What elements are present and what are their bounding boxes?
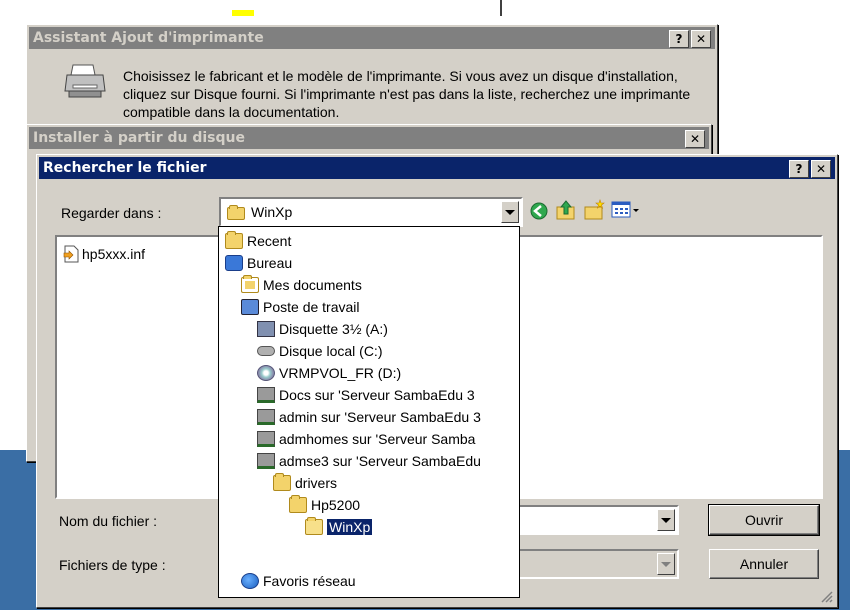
dropdown-item-poste-de-travail[interactable]: Poste de travail xyxy=(241,296,360,318)
open-folder-icon xyxy=(305,517,323,535)
install-title: Installer à partir du disque xyxy=(33,130,245,146)
printer-icon xyxy=(64,64,106,98)
inf-file-icon xyxy=(63,245,79,263)
network-drive-icon xyxy=(257,453,275,469)
folder-icon xyxy=(289,495,307,513)
folder-icon xyxy=(273,473,291,491)
folder-icon xyxy=(225,231,243,249)
wizard-help-button[interactable]: ? xyxy=(669,30,689,48)
taskbar-fragment xyxy=(500,0,502,16)
filename-dropdown-arrow[interactable] xyxy=(657,509,675,531)
wizard-titlebar: Assistant Ajout d'imprimante ? ✕ xyxy=(29,27,715,49)
look-in-dropdown-list[interactable]: Recent Bureau Mes documents Poste de tra… xyxy=(218,226,520,598)
look-in-dropdown-arrow[interactable] xyxy=(501,201,519,223)
dropdown-item-hp5200[interactable]: Hp5200 xyxy=(289,494,360,516)
file-item[interactable]: hp5xxx.inf xyxy=(63,245,145,263)
dropdown-item-admin-share[interactable]: admin sur 'Serveur SambaEdu 3 xyxy=(257,406,481,428)
dialog-title: Rechercher le fichier xyxy=(43,160,207,176)
network-places-icon xyxy=(241,573,259,589)
dropdown-item-drivers[interactable]: drivers xyxy=(273,472,337,494)
dropdown-item-favoris-reseau[interactable]: Favoris réseau xyxy=(241,570,356,592)
look-in-combo[interactable]: WinXp xyxy=(219,197,523,227)
dropdown-item-winxp[interactable]: WinXp xyxy=(305,516,374,538)
dropdown-item-bureau[interactable]: Bureau xyxy=(225,252,292,274)
dropdown-item-disquette[interactable]: Disquette 3½ (A:) xyxy=(257,318,388,340)
filetype-label: Fichiers de type : xyxy=(59,557,166,573)
dialog-titlebar: Rechercher le fichier ? ✕ xyxy=(39,157,835,179)
up-folder-icon[interactable] xyxy=(555,199,577,221)
floppy-drive-icon xyxy=(257,321,275,337)
new-folder-icon[interactable] xyxy=(583,199,605,221)
my-computer-icon xyxy=(241,299,259,315)
view-menu-icon[interactable] xyxy=(611,201,641,219)
wizard-close-button[interactable]: ✕ xyxy=(691,30,711,48)
wizard-instructions: Choisissez le fabricant et le modèle de … xyxy=(123,68,691,120)
dropdown-item-docs-share[interactable]: Docs sur 'Serveur SambaEdu 3 xyxy=(257,384,475,406)
dropdown-item-admhomes-share[interactable]: admhomes sur 'Serveur Samba xyxy=(257,428,475,450)
cd-drive-icon xyxy=(257,365,275,381)
network-drive-icon xyxy=(257,387,275,403)
cancel-button[interactable]: Annuler xyxy=(709,549,819,579)
dropdown-item-admse3-share[interactable]: admse3 sur 'Serveur SambaEdu xyxy=(257,450,481,472)
wizard-title: Assistant Ajout d'imprimante xyxy=(33,30,264,46)
install-close-button[interactable]: ✕ xyxy=(685,130,705,148)
back-icon[interactable] xyxy=(529,201,549,221)
network-drive-icon xyxy=(257,431,275,447)
taskbar-highlight xyxy=(232,10,254,16)
desktop-icon xyxy=(225,255,243,271)
filetype-dropdown-arrow[interactable] xyxy=(657,553,675,575)
resize-grip-icon[interactable] xyxy=(819,589,833,603)
filename-label: Nom du fichier : xyxy=(59,513,158,529)
dialog-help-button[interactable]: ? xyxy=(789,160,809,178)
open-button[interactable]: Ouvrir xyxy=(708,504,820,536)
my-documents-icon xyxy=(241,275,259,293)
dialog-close-button[interactable]: ✕ xyxy=(811,160,831,178)
dropdown-item-mes-documents[interactable]: Mes documents xyxy=(241,274,362,296)
file-name: hp5xxx.inf xyxy=(82,246,146,262)
dropdown-item-disque-local[interactable]: Disque local (C:) xyxy=(257,340,382,362)
dropdown-item-cd[interactable]: VRMPVOL_FR (D:) xyxy=(257,362,401,384)
look-in-label: Regarder dans : xyxy=(61,205,162,221)
look-in-value: WinXp xyxy=(251,204,293,220)
install-titlebar: Installer à partir du disque ✕ xyxy=(29,127,709,149)
network-drive-icon xyxy=(257,409,275,425)
look-in-open-folder-icon xyxy=(227,205,245,220)
hard-drive-icon xyxy=(257,346,275,356)
dropdown-item-recent[interactable]: Recent xyxy=(225,230,291,252)
